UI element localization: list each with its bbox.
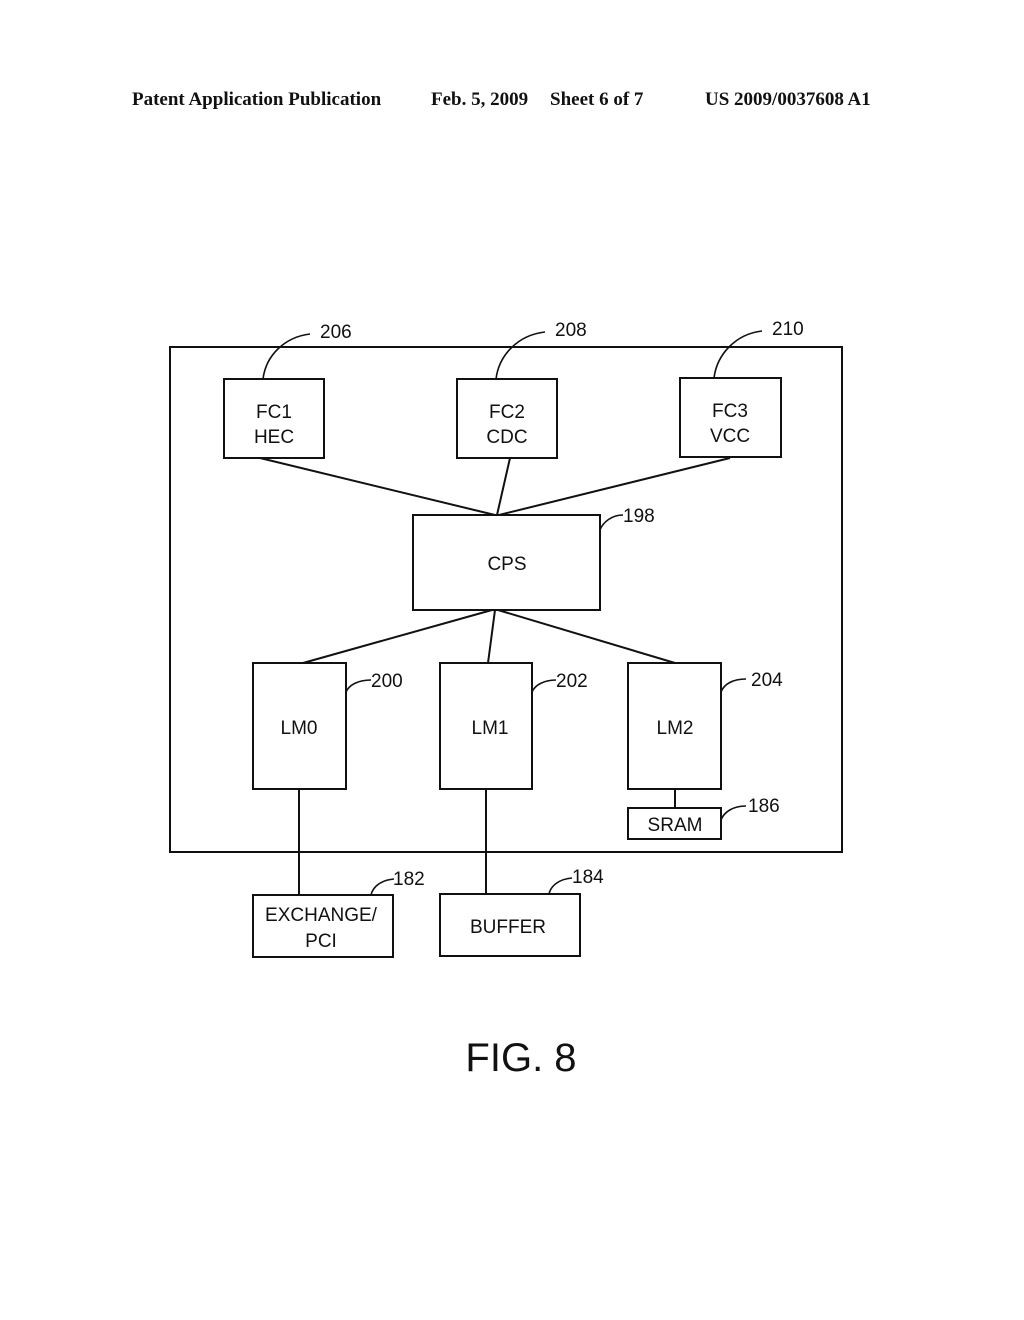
- pci-label: PCI: [305, 931, 337, 952]
- lm0-label: LM0: [281, 718, 318, 739]
- fc1-sublabel: HEC: [254, 427, 294, 448]
- fc2-sublabel: CDC: [486, 427, 527, 448]
- lm1-leader-line: [531, 679, 557, 693]
- cps-label: CPS: [487, 554, 526, 575]
- lm0-ref-numeral: 200: [371, 671, 403, 692]
- exchange-ref-numeral: 182: [393, 869, 425, 890]
- fc2-ref-numeral: 208: [555, 320, 587, 341]
- block-buffer: BUFFER 184: [439, 867, 604, 957]
- block-lm2: LM2 204: [627, 662, 783, 790]
- sram-leader-line: [720, 805, 747, 821]
- sram-ref-numeral: 186: [748, 796, 780, 817]
- wire-cps-lm1: [487, 609, 496, 664]
- fc2-leader-line: [495, 331, 546, 380]
- cps-ref-numeral: 198: [623, 506, 655, 527]
- figure-caption: FIG. 8: [465, 1036, 576, 1080]
- fc3-label: FC3: [712, 401, 748, 422]
- wire-fc2-cps: [496, 457, 511, 516]
- lm1-ref-numeral: 202: [556, 671, 588, 692]
- fc3-leader-line: [713, 330, 763, 379]
- block-fc2: FC2 CDC 208: [456, 320, 587, 459]
- wire-fc3-cps: [498, 457, 731, 516]
- lm2-ref-numeral: 204: [751, 670, 783, 691]
- exchange-leader-line: [370, 878, 395, 896]
- block-lm0: LM0 200: [252, 662, 403, 790]
- fc2-label: FC2: [489, 402, 525, 423]
- wire-cps-lm2: [497, 609, 676, 664]
- block-exchange-pci: EXCHANGE/ PCI 182: [252, 869, 425, 958]
- block-fc3: FC3 VCC 210: [679, 319, 804, 458]
- block-lm1: LM1 202: [439, 662, 588, 790]
- wire-fc1-cps: [259, 457, 496, 516]
- block-fc1: FC1 HEC 206: [223, 322, 352, 459]
- buffer-leader-line: [548, 877, 573, 895]
- buffer-ref-numeral: 184: [572, 867, 604, 888]
- fc3-ref-numeral: 210: [772, 319, 804, 340]
- lm1-label: LM1: [472, 718, 509, 739]
- block-sram: SRAM 186: [627, 796, 780, 840]
- sram-label: SRAM: [648, 815, 703, 836]
- lm0-leader-line: [345, 679, 372, 693]
- block-cps: CPS 198: [412, 506, 655, 611]
- fc1-leader-line: [262, 333, 311, 380]
- buffer-label: BUFFER: [470, 917, 546, 938]
- fc3-sublabel: VCC: [710, 426, 750, 447]
- fc1-label: FC1: [256, 402, 292, 423]
- wire-cps-lm0: [302, 609, 493, 664]
- exchange-label: EXCHANGE/: [265, 905, 378, 926]
- fc1-ref-numeral: 206: [320, 322, 352, 343]
- block-diagram: FC1 HEC 206 FC2 CDC 208 FC3 VCC 210 CPS …: [169, 319, 843, 1080]
- cps-leader-line: [599, 514, 624, 531]
- lm2-label: LM2: [657, 718, 694, 739]
- lm2-leader-line: [720, 678, 747, 693]
